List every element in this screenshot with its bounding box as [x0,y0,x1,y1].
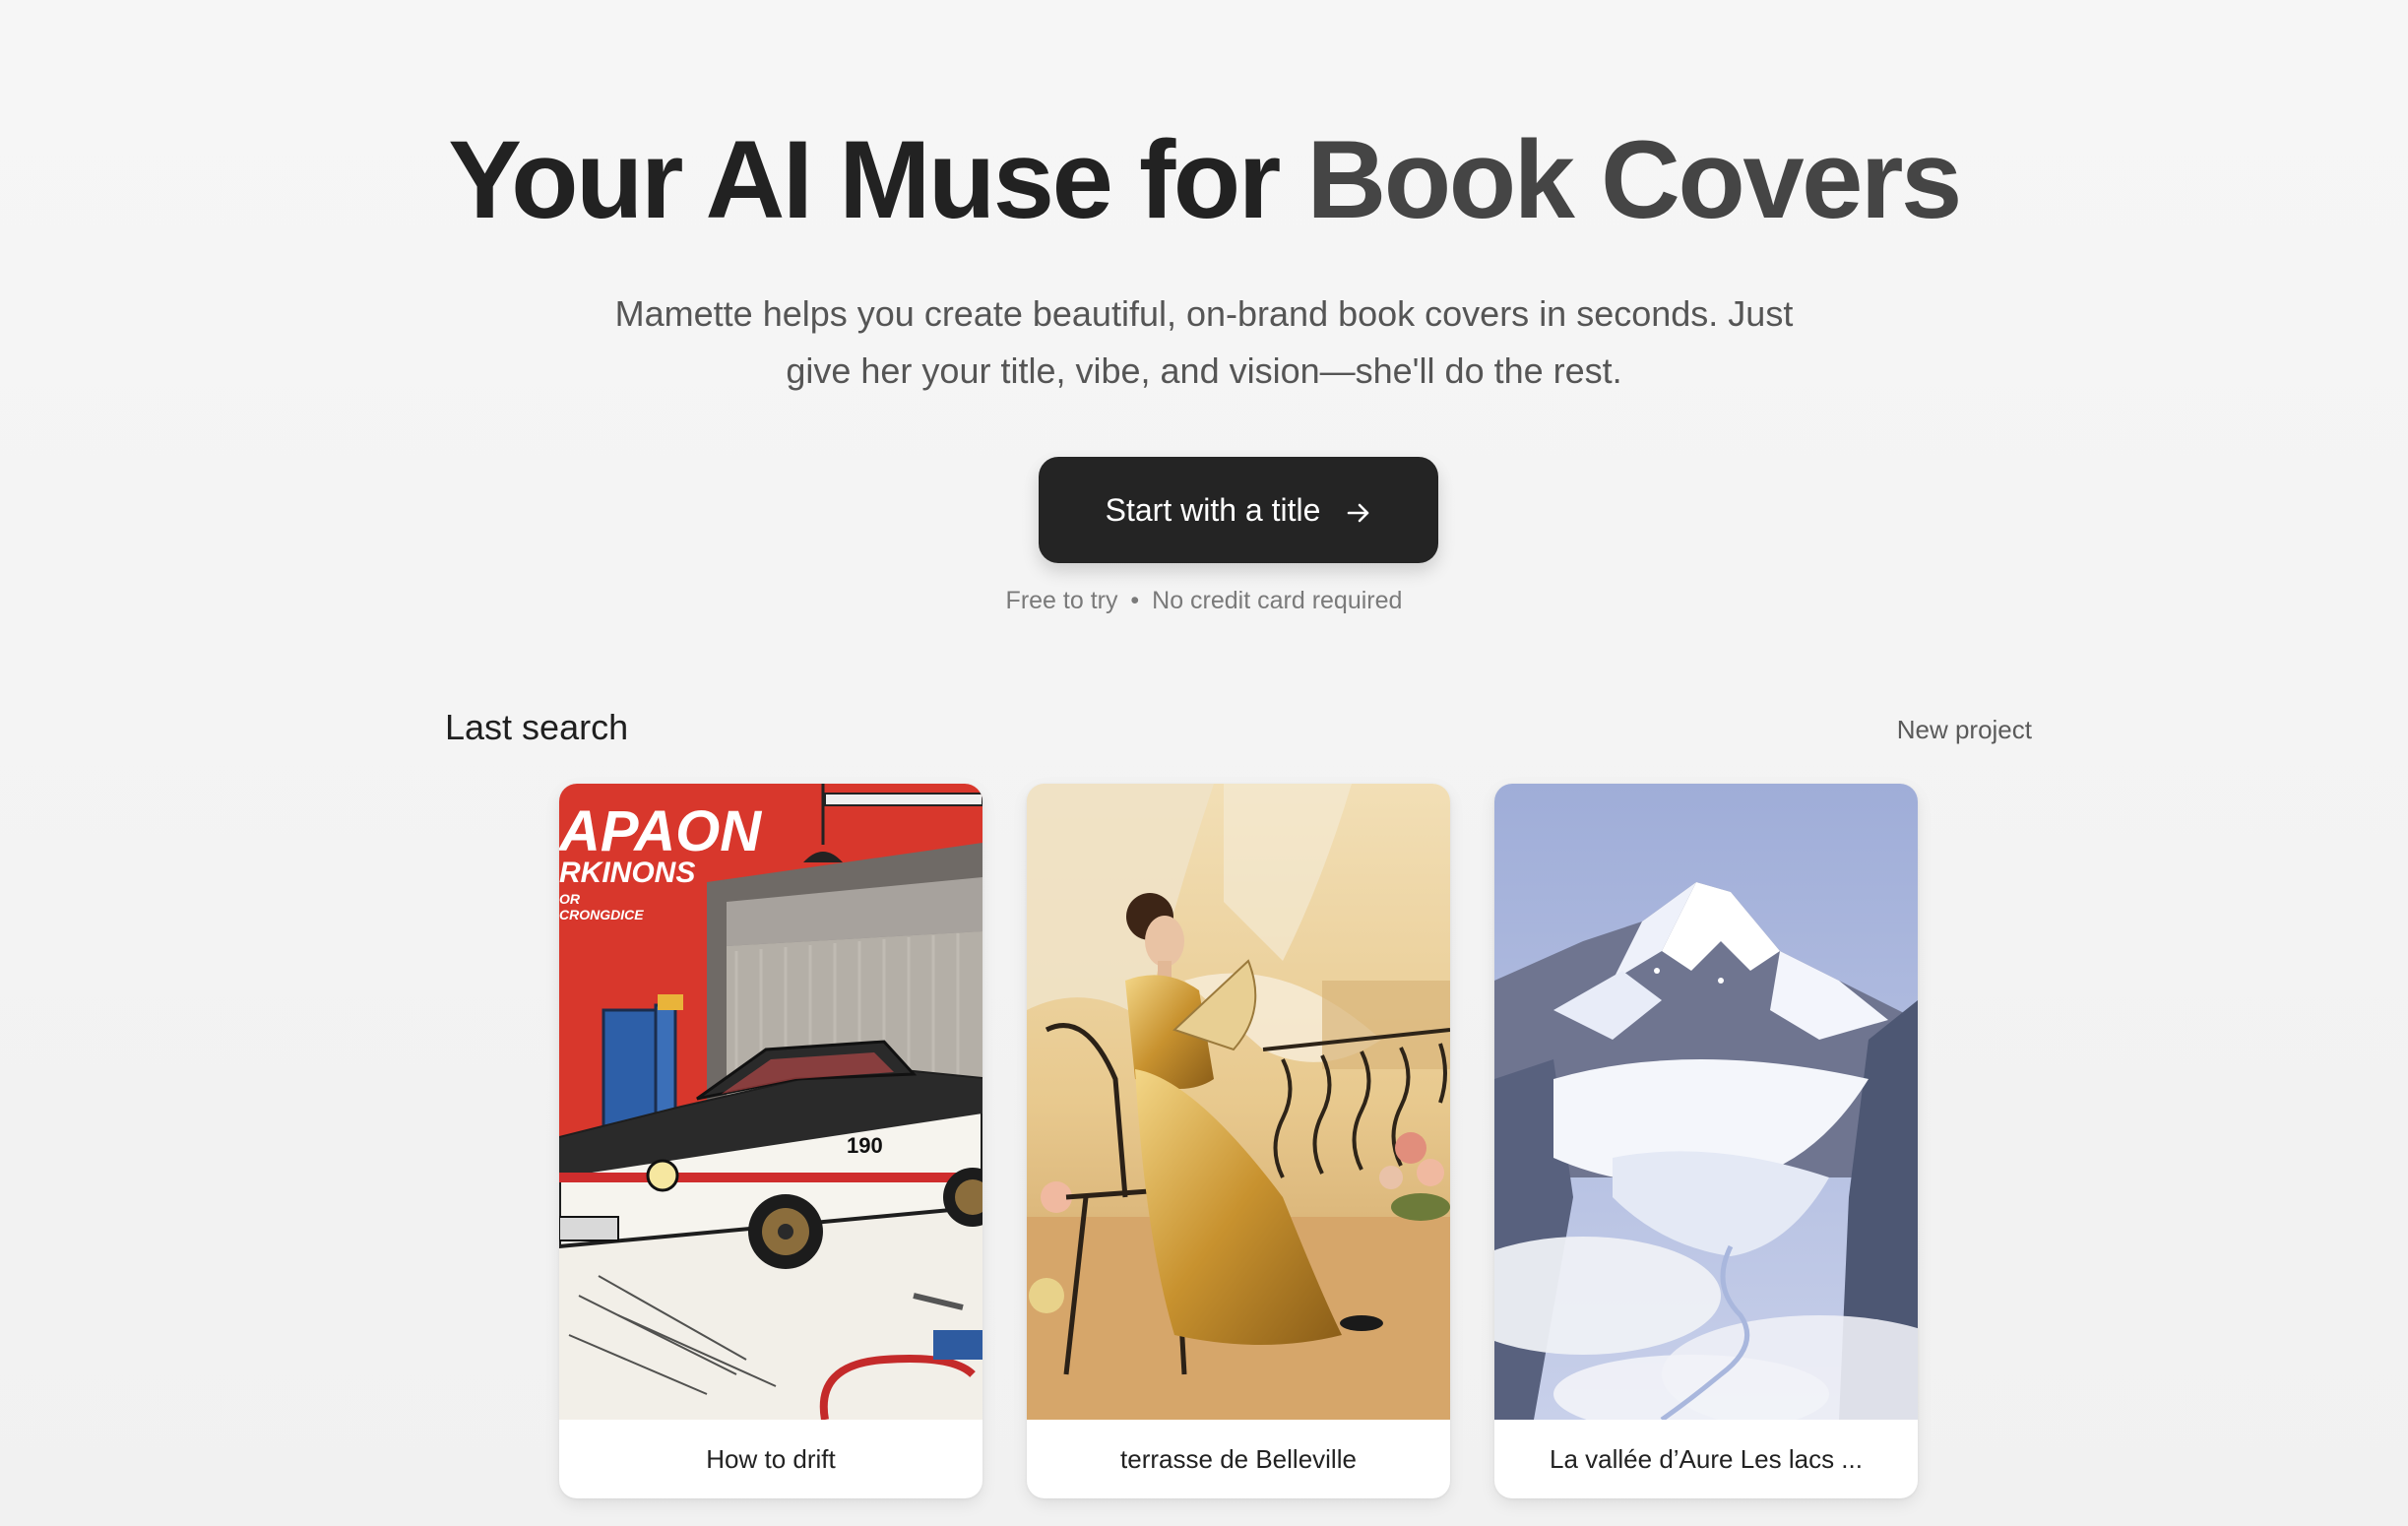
cta-note: Free to try • No credit card required [0,587,2408,615]
start-with-title-label: Start with a title [1105,491,1321,528]
car-number-text: 190 [847,1133,883,1158]
cover-card-label: La vallée d’Aure Les lacs ... [1550,1443,1863,1474]
cover-title-line3: OR [559,891,581,907]
new-project-link[interactable]: New project [1897,715,2032,745]
cover-image-drift: APAON RKINONS OR CRONGDICE 190 [559,784,982,1420]
start-with-title-button[interactable]: Start with a title [1039,457,1438,563]
cover-card-how-to-drift[interactable]: APAON RKINONS OR CRONGDICE 190 How to dr… [559,784,982,1498]
note-separator: • [1130,587,1140,614]
page-title-main: Your AI Muse for [448,118,1307,241]
cover-image-belleville [1027,784,1450,1420]
cover-title-line1: APAON [559,799,762,863]
cover-image-mountain [1494,784,1918,1420]
cover-card-label: How to drift [706,1443,836,1474]
cover-title-line4: CRONGDICE [559,907,644,922]
free-to-try-text: Free to try [1005,587,1118,614]
page-title-accent: Book Covers [1306,118,1962,241]
arrow-right-icon [1346,497,1371,523]
cover-card-la-vallee-daure[interactable]: La vallée d’Aure Les lacs ... [1494,784,1918,1498]
last-search-heading: Last search [445,707,629,747]
cover-title-line2: RKINONS [559,857,695,889]
page-title: Your AI Muse for Book Covers [0,116,2408,244]
no-credit-card-text: No credit card required [1152,587,1403,614]
cover-card-terrasse-de-belleville[interactable]: terrasse de Belleville [1027,784,1450,1498]
cover-card-label: terrasse de Belleville [1120,1443,1357,1474]
hero-subtitle: Mamette helps you create beautiful, on-b… [614,293,1794,391]
